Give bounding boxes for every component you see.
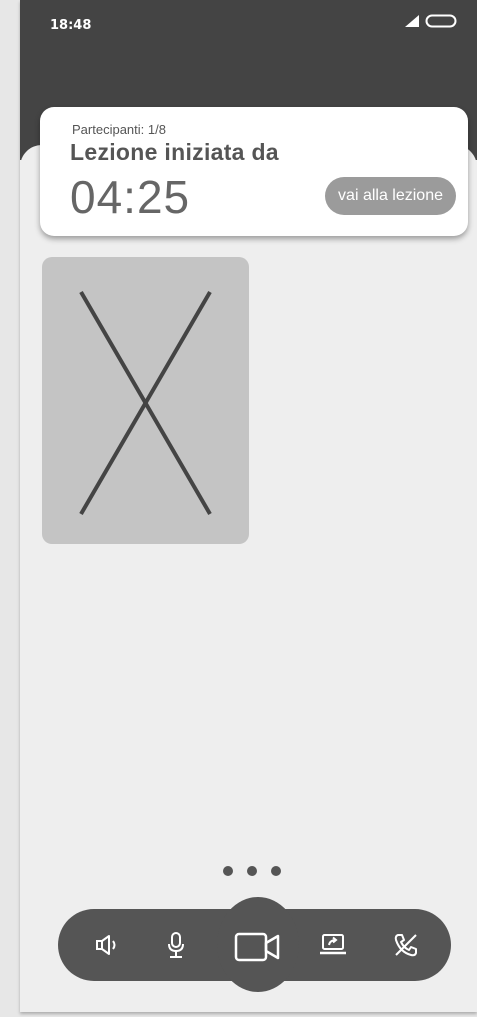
speaker-button[interactable] (90, 930, 126, 960)
status-icons (405, 14, 457, 28)
signal-icon (405, 15, 419, 27)
placeholder-cross-icon (79, 290, 212, 516)
video-camera-icon (234, 932, 280, 962)
microphone-button[interactable] (161, 929, 191, 961)
phone-screen: 18:48 Partecipanti: 1/8 Lezione iniziata… (20, 0, 477, 1012)
page-dot[interactable] (271, 866, 281, 876)
screen-share-button[interactable] (316, 931, 350, 959)
join-lesson-button[interactable]: vai alla lezione (325, 177, 456, 215)
end-call-button[interactable] (390, 930, 422, 960)
participant-video-placeholder[interactable] (42, 257, 249, 544)
microphone-icon (168, 932, 184, 958)
page-indicator (223, 866, 281, 876)
lesson-title: Lezione iniziata da (70, 139, 279, 165)
status-time: 18:48 (50, 18, 92, 33)
speaker-icon (96, 935, 116, 955)
battery-icon (425, 14, 457, 28)
lesson-timer: 04:25 (70, 171, 191, 223)
lesson-card: Partecipanti: 1/8 Lezione iniziata da 04… (40, 107, 468, 236)
video-camera-button[interactable] (232, 929, 284, 965)
screen-share-icon (320, 934, 346, 955)
end-call-icon (394, 934, 417, 957)
page-dot[interactable] (247, 866, 257, 876)
page-dot[interactable] (223, 866, 233, 876)
participants-count: Partecipanti: 1/8 (72, 122, 166, 137)
